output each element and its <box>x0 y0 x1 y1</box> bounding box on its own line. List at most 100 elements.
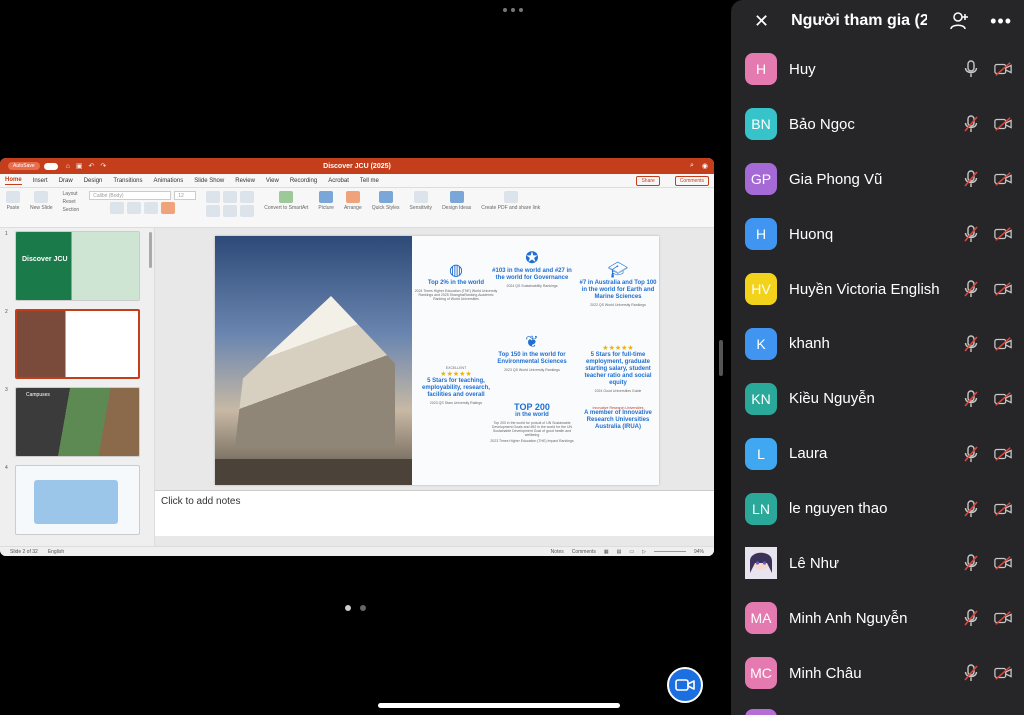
font-size-select[interactable]: 12 <box>174 191 197 200</box>
align-right-icon[interactable] <box>240 205 255 217</box>
font-color-icon[interactable] <box>161 202 176 214</box>
camera-off-icon[interactable] <box>994 664 1012 682</box>
participant-row[interactable]: H Huy <box>731 42 1024 97</box>
camera-off-icon[interactable] <box>994 225 1012 243</box>
slide-sorter-icon[interactable]: ▤ <box>617 549 622 555</box>
participant-row[interactable]: Lê Như <box>731 536 1024 591</box>
notes-toggle[interactable]: Notes <box>551 549 564 555</box>
layout-button[interactable]: Layout <box>63 191 78 197</box>
italic-icon[interactable] <box>127 202 142 214</box>
camera-off-icon[interactable] <box>994 170 1012 188</box>
font-name-select[interactable]: Calibri (Body) <box>89 191 172 200</box>
slide-thumbnail-4[interactable] <box>15 465 140 535</box>
comments-button[interactable]: Comments <box>674 175 709 186</box>
participant-row[interactable]: Kkhanh <box>731 316 1024 371</box>
tab-acrobat[interactable]: Acrobat <box>328 178 349 184</box>
slideshow-icon[interactable]: ▷ <box>642 549 646 555</box>
undo-icon[interactable]: ↶ <box>89 162 95 170</box>
camera-off-icon[interactable] <box>994 390 1012 408</box>
new-slide-button[interactable]: New Slide <box>30 191 53 211</box>
reset-button[interactable]: Reset <box>63 199 76 205</box>
close-icon[interactable]: ✕ <box>754 11 769 32</box>
participant-row[interactable]: H Huonq <box>731 207 1024 262</box>
participant-row[interactable]: MC Minh Châu <box>731 646 1024 701</box>
mic-icon[interactable] <box>962 60 980 78</box>
participant-row[interactable]: BN Bảo Ngọc <box>731 97 1024 152</box>
camera-off-icon[interactable] <box>994 609 1012 627</box>
thumbnail-scrollbar[interactable] <box>149 232 152 268</box>
autosave-label[interactable]: AutoSave <box>8 162 40 170</box>
tab-home[interactable]: Home <box>5 177 22 185</box>
comments-toggle[interactable]: Comments <box>572 549 596 555</box>
tell-me-search[interactable]: Tell me <box>360 178 379 184</box>
camera-off-icon[interactable] <box>994 554 1012 572</box>
camera-off-icon[interactable] <box>994 335 1012 353</box>
slide-thumbnail-1[interactable]: Discover JCU <box>15 231 140 301</box>
mic-muted-icon[interactable] <box>962 664 980 682</box>
slide-thumbnail-3[interactable]: Campuses <box>15 387 140 457</box>
numbering-icon[interactable] <box>223 191 238 203</box>
add-person-icon[interactable] <box>950 11 970 31</box>
mic-muted-icon[interactable] <box>962 225 980 243</box>
tab-review[interactable]: Review <box>235 178 255 184</box>
camera-button[interactable] <box>667 667 703 703</box>
normal-view-icon[interactable]: ▦ <box>604 549 609 555</box>
home-icon[interactable]: ⌂ <box>66 163 70 170</box>
tab-transitions[interactable]: Transitions <box>113 178 142 184</box>
tab-insert[interactable]: Insert <box>33 178 48 184</box>
share-button[interactable]: Share <box>636 175 660 186</box>
participant-row[interactable]: MA Minh Anh Nguyễn <box>731 591 1024 646</box>
split-view-divider[interactable] <box>719 340 723 376</box>
tab-draw[interactable]: Draw <box>59 178 73 184</box>
paste-button[interactable]: Paste <box>6 191 20 211</box>
section-button[interactable]: Section <box>63 207 80 213</box>
camera-off-icon[interactable] <box>994 445 1012 463</box>
tab-animations[interactable]: Animations <box>154 178 184 184</box>
sensitivity-button[interactable]: Sensitivity <box>410 191 432 211</box>
mic-muted-icon[interactable] <box>962 609 980 627</box>
picture-button[interactable]: Picture <box>318 191 334 211</box>
more-options-icon[interactable]: ••• <box>990 11 1012 32</box>
language-indicator[interactable]: English <box>48 549 64 555</box>
camera-off-icon[interactable] <box>994 280 1012 298</box>
quick-styles-button[interactable]: Quick Styles <box>372 191 400 211</box>
mic-muted-icon[interactable] <box>962 444 980 463</box>
autosave-toggle[interactable] <box>43 162 58 170</box>
bullets-icon[interactable] <box>206 191 221 203</box>
mic-muted-icon[interactable] <box>962 335 980 353</box>
design-ideas-button[interactable]: Design Ideas <box>442 191 471 211</box>
participant-row[interactable]: HV Huyền Victoria English <box>731 262 1024 317</box>
bold-icon[interactable] <box>110 202 125 214</box>
participant-row[interactable]: GP Gia Phong Vũ <box>731 152 1024 207</box>
slide-thumbnail-2[interactable] <box>15 309 140 379</box>
reading-view-icon[interactable]: ▭ <box>629 549 634 555</box>
redo-icon[interactable]: ↷ <box>100 162 106 170</box>
mic-muted-icon[interactable] <box>962 280 980 298</box>
mic-muted-icon[interactable] <box>962 115 980 133</box>
camera-off-icon[interactable] <box>994 60 1012 78</box>
mic-muted-icon[interactable] <box>962 554 980 572</box>
align-center-icon[interactable] <box>223 205 238 217</box>
participant-row[interactable]: L Laura <box>731 426 1024 481</box>
mic-muted-icon[interactable] <box>962 390 980 408</box>
current-slide[interactable]: ◍ Top 2% in the world 2024 Times Higher … <box>215 236 659 485</box>
mic-muted-icon[interactable] <box>962 499 980 518</box>
align-left-icon[interactable] <box>206 205 221 217</box>
mic-muted-icon[interactable] <box>962 170 980 188</box>
participant-row[interactable]: KN Kiều Nguyễn <box>731 371 1024 426</box>
tab-view[interactable]: View <box>266 178 279 184</box>
tab-slide-show[interactable]: Slide Show <box>194 178 224 184</box>
camera-off-icon[interactable] <box>994 500 1012 518</box>
camera-off-icon[interactable] <box>994 115 1012 133</box>
account-icon[interactable]: ◉ <box>702 162 708 170</box>
zoom-level[interactable]: 94% <box>694 549 704 555</box>
home-indicator[interactable] <box>378 703 620 708</box>
participant-row[interactable]: LN le nguyen thao <box>731 481 1024 536</box>
indent-icon[interactable] <box>240 191 255 203</box>
tab-recording[interactable]: Recording <box>290 178 317 184</box>
underline-icon[interactable] <box>144 202 159 214</box>
notes-area[interactable]: Click to add notes <box>155 490 714 536</box>
save-icon[interactable]: ▣ <box>76 162 83 170</box>
create-pdf-button[interactable]: Create PDF and share link <box>481 191 540 211</box>
multitasking-handle[interactable] <box>503 8 523 12</box>
